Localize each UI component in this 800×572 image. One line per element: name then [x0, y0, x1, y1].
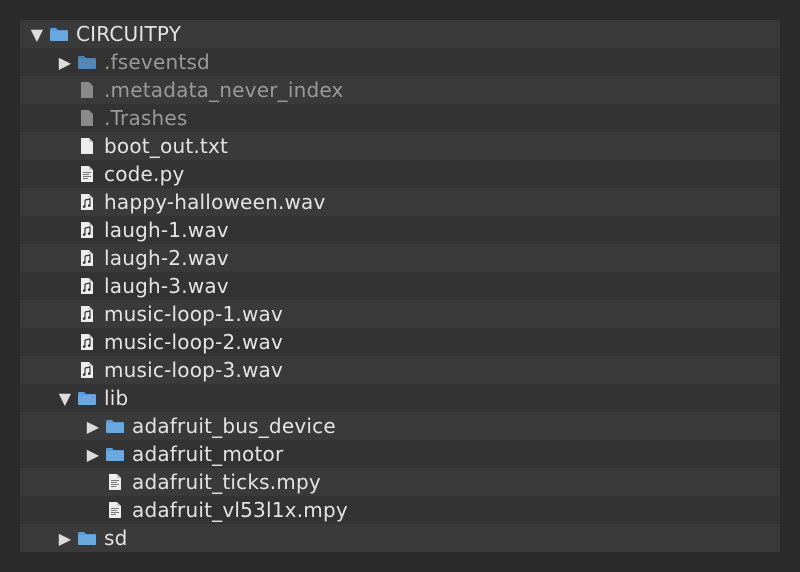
folder-icon — [104, 440, 126, 468]
audio-file-icon — [76, 328, 98, 356]
disclosure-collapsed-icon[interactable]: ▶ — [56, 48, 74, 76]
disclosure-expanded-icon[interactable]: ▼ — [28, 20, 46, 48]
file-icon — [76, 76, 98, 104]
tree-row[interactable]: adafruit_vl53l1x.mpy — [20, 496, 780, 524]
tree-row-label: laugh-2.wav — [104, 246, 229, 270]
audio-file-icon — [76, 244, 98, 272]
audio-file-icon — [76, 356, 98, 384]
tree-row-label: .metadata_never_index — [104, 78, 344, 102]
tree-row-label: sd — [104, 526, 128, 550]
disclosure-expanded-icon[interactable]: ▼ — [56, 384, 74, 412]
tree-row[interactable]: ▶ adafruit_motor — [20, 440, 780, 468]
tree-row-label: laugh-1.wav — [104, 218, 229, 242]
tree-row-label: adafruit_ticks.mpy — [132, 470, 321, 494]
tree-row[interactable]: ▼ lib — [20, 384, 780, 412]
disclosure-collapsed-icon[interactable]: ▶ — [84, 440, 102, 468]
tree-row[interactable]: code.py — [20, 160, 780, 188]
tree-row-label: CIRCUITPY — [76, 22, 182, 46]
tree-row[interactable]: boot_out.txt — [20, 132, 780, 160]
tree-row-label: adafruit_motor — [132, 442, 284, 466]
audio-file-icon — [76, 272, 98, 300]
tree-row[interactable]: ▶ .fseventsd — [20, 48, 780, 76]
tree-row[interactable]: adafruit_ticks.mpy — [20, 468, 780, 496]
disclosure-collapsed-icon[interactable]: ▶ — [56, 524, 74, 552]
tree-row[interactable]: ▶ adafruit_bus_device — [20, 412, 780, 440]
audio-file-icon — [76, 216, 98, 244]
tree-row-label: music-loop-2.wav — [104, 330, 284, 354]
tree-row-label: code.py — [104, 162, 185, 186]
tree-row-label: happy-halloween.wav — [104, 190, 326, 214]
tree-row[interactable]: ▼ CIRCUITPY — [20, 20, 780, 48]
folder-icon — [76, 384, 98, 412]
tree-row[interactable]: ▶ sd — [20, 524, 780, 552]
tree-row[interactable]: .metadata_never_index — [20, 76, 780, 104]
folder-icon — [76, 524, 98, 552]
folder-icon — [48, 20, 70, 48]
tree-row[interactable]: laugh-2.wav — [20, 244, 780, 272]
tree-row[interactable]: music-loop-3.wav — [20, 356, 780, 384]
tree-row-label: laugh-3.wav — [104, 274, 229, 298]
tree-row[interactable]: .Trashes — [20, 104, 780, 132]
tree-row[interactable]: music-loop-2.wav — [20, 328, 780, 356]
tree-row-label: music-loop-1.wav — [104, 302, 284, 326]
tree-row[interactable]: laugh-1.wav — [20, 216, 780, 244]
tree-row[interactable]: happy-halloween.wav — [20, 188, 780, 216]
tree-row-label: .fseventsd — [104, 50, 210, 74]
text-file-icon — [76, 132, 98, 160]
tree-row-label: music-loop-3.wav — [104, 358, 284, 382]
audio-file-icon — [76, 300, 98, 328]
folder-icon — [104, 412, 126, 440]
code-file-icon — [104, 496, 126, 524]
file-tree: ▼ CIRCUITPY ▶ .fseventsd .metadata_never_ind… — [20, 20, 780, 552]
tree-row-label: boot_out.txt — [104, 134, 229, 158]
tree-row[interactable]: laugh-3.wav — [20, 272, 780, 300]
folder-icon — [76, 48, 98, 76]
tree-row[interactable]: music-loop-1.wav — [20, 300, 780, 328]
audio-file-icon — [76, 188, 98, 216]
disclosure-collapsed-icon[interactable]: ▶ — [84, 412, 102, 440]
tree-row-label: .Trashes — [104, 106, 188, 130]
tree-row-label: lib — [104, 386, 129, 410]
tree-row-label: adafruit_bus_device — [132, 414, 336, 438]
code-file-icon — [76, 160, 98, 188]
tree-row-label: adafruit_vl53l1x.mpy — [132, 498, 348, 522]
file-icon — [76, 104, 98, 132]
code-file-icon — [104, 468, 126, 496]
